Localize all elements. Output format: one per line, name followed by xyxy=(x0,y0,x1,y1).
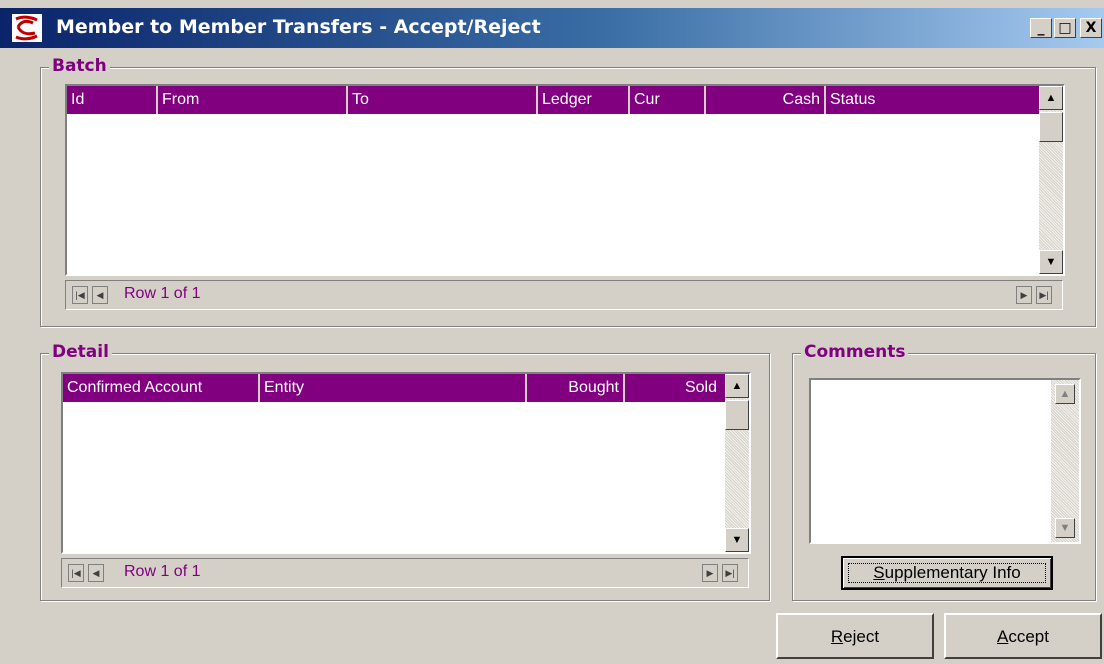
title-bar[interactable]: Member to Member Transfers - Accept/Reje… xyxy=(0,8,1104,48)
col-cur[interactable]: Cur xyxy=(630,86,706,114)
comments-textarea[interactable]: ▲ ▼ xyxy=(809,378,1081,544)
col-entity[interactable]: Entity xyxy=(260,374,527,402)
col-from[interactable]: From xyxy=(158,86,348,114)
batch-navbar: |◀ ◀ Row 1 of 1 ▶ ▶| xyxy=(65,280,1063,310)
nav-prev-icon[interactable]: ◀ xyxy=(88,564,104,582)
nav-next-icon[interactable]: ▶ xyxy=(1016,286,1032,304)
col-sold[interactable]: Sold xyxy=(625,374,721,402)
col-status[interactable]: Status xyxy=(826,86,1039,114)
detail-row-indicator: Row 1 of 1 xyxy=(124,563,201,580)
nav-first-icon[interactable]: |◀ xyxy=(72,286,88,304)
detail-grid[interactable]: Confirmed Account Entity Bought Sold ▲ ▼ xyxy=(61,372,751,554)
supplementary-info-button[interactable]: Supplementary Info xyxy=(841,556,1053,590)
scroll-up-icon[interactable]: ▲ xyxy=(1039,86,1063,110)
app-logo-icon[interactable] xyxy=(12,14,42,42)
supplementary-mnemonic: S xyxy=(873,563,885,582)
nav-first-icon[interactable]: |◀ xyxy=(68,564,84,582)
nav-last-icon[interactable]: ▶| xyxy=(1036,286,1052,304)
col-ledger[interactable]: Ledger xyxy=(538,86,630,114)
scroll-down-icon[interactable]: ▼ xyxy=(1039,250,1063,274)
close-button[interactable]: X xyxy=(1080,18,1102,38)
reject-button[interactable]: Reject xyxy=(776,613,934,659)
batch-row-indicator: Row 1 of 1 xyxy=(124,285,201,302)
batch-grid[interactable]: Id From To Ledger Cur Cash Status ▲ ▼ xyxy=(65,84,1065,276)
accept-button[interactable]: Accept xyxy=(944,613,1102,659)
comments-vscroll[interactable]: ▲ ▼ xyxy=(1051,380,1079,542)
scroll-down-icon[interactable]: ▼ xyxy=(725,528,749,552)
accept-mnemonic: A xyxy=(997,627,1009,646)
batch-vscroll[interactable]: ▲ ▼ xyxy=(1039,86,1063,274)
detail-grid-header: Confirmed Account Entity Bought Sold xyxy=(63,374,725,402)
detail-navbar: |◀ ◀ Row 1 of 1 ▶ ▶| xyxy=(61,558,749,588)
detail-label: Detail xyxy=(49,342,112,362)
nav-prev-icon[interactable]: ◀ xyxy=(92,286,108,304)
nav-next-icon[interactable]: ▶ xyxy=(702,564,718,582)
scroll-thumb[interactable] xyxy=(725,400,749,430)
col-id[interactable]: Id xyxy=(67,86,158,114)
window-title: Member to Member Transfers - Accept/Reje… xyxy=(56,16,541,38)
minimize-button[interactable]: _ xyxy=(1030,18,1052,38)
batch-grid-header: Id From To Ledger Cur Cash Status xyxy=(67,86,1039,114)
detail-vscroll[interactable]: ▲ ▼ xyxy=(725,374,749,552)
comments-text xyxy=(811,380,1079,388)
scroll-thumb[interactable] xyxy=(1039,112,1063,142)
scroll-up-icon[interactable]: ▲ xyxy=(1055,384,1075,404)
maximize-button[interactable]: □ xyxy=(1054,18,1076,38)
reject-mnemonic: R xyxy=(830,627,844,646)
scroll-up-icon[interactable]: ▲ xyxy=(725,374,749,398)
accept-label: ccept xyxy=(1008,627,1049,646)
batch-label: Batch xyxy=(49,56,110,76)
scroll-down-icon[interactable]: ▼ xyxy=(1055,518,1075,538)
col-bought[interactable]: Bought xyxy=(527,374,625,402)
col-to[interactable]: To xyxy=(348,86,538,114)
supplementary-label: upplementary Info xyxy=(884,563,1021,582)
col-confirmed-account[interactable]: Confirmed Account xyxy=(63,374,260,402)
reject-label: eject xyxy=(843,627,880,646)
batch-group: Batch Id From To Ledger Cur Cash Status … xyxy=(40,56,1096,327)
nav-last-icon[interactable]: ▶| xyxy=(722,564,738,582)
detail-group: Detail Confirmed Account Entity Bought S… xyxy=(40,342,770,601)
col-cash[interactable]: Cash xyxy=(706,86,826,114)
comments-group: Comments ▲ ▼ Supplementary Info xyxy=(792,342,1096,601)
comments-label: Comments xyxy=(801,342,909,362)
